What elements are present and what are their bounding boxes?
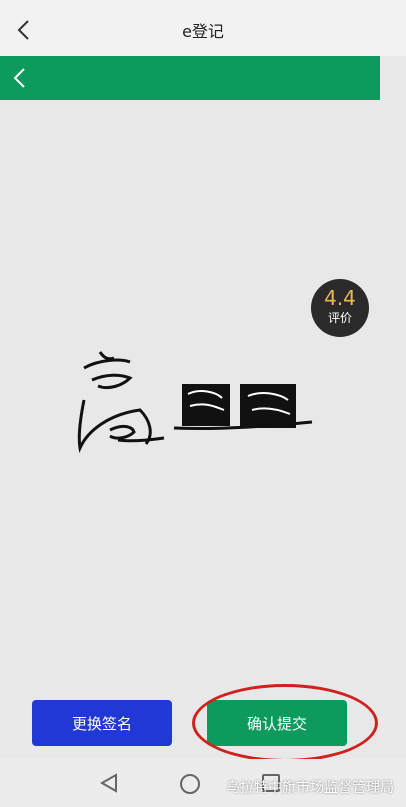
highlight-circle (192, 684, 378, 762)
rating-score: 4.4 (324, 286, 356, 310)
back-arrow-icon[interactable] (10, 66, 30, 90)
signature-drawing (77, 351, 313, 454)
nav-back-icon[interactable] (100, 773, 118, 793)
rating-badge[interactable]: 4.4 评价 (311, 279, 369, 337)
green-header-bar (0, 56, 380, 100)
rating-label: 评价 (327, 311, 352, 325)
change-signature-button[interactable]: 更换签名 (32, 700, 172, 746)
top-app-bar: e登记 (0, 0, 406, 56)
watermark: 乌拉特中旗市场监督管理局 (226, 780, 394, 796)
page-title: e登记 (182, 22, 224, 41)
nav-home-icon[interactable] (180, 774, 200, 794)
